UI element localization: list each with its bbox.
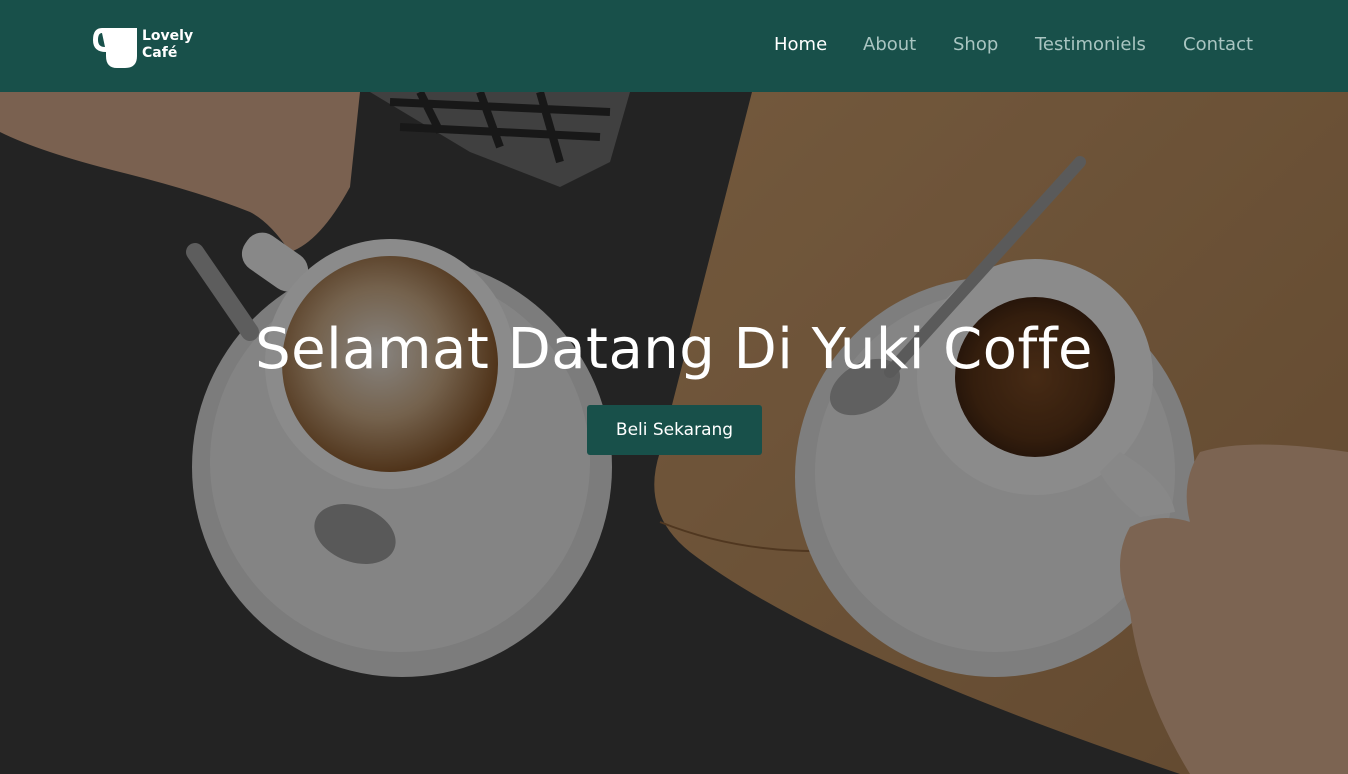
brand-name: Lovely Café [142, 28, 193, 62]
brand-name-line2: Café [142, 45, 178, 61]
nav-link-testimoniels[interactable]: Testimoniels [1035, 34, 1146, 56]
nav-link-about[interactable]: About [863, 34, 916, 56]
brand-logo[interactable]: Lovely Café [93, 24, 203, 70]
hero-title: Selamat Datang Di Yuki Coffe [255, 317, 1093, 382]
buy-now-button[interactable]: Beli Sekarang [587, 405, 762, 455]
nav-link-shop[interactable]: Shop [953, 34, 998, 56]
nav-link-contact[interactable]: Contact [1183, 34, 1253, 56]
brand-name-line1: Lovely [142, 28, 194, 44]
hero-section: Selamat Datang Di Yuki Coffe Beli Sekara… [0, 92, 1348, 774]
nav-link-home[interactable]: Home [774, 34, 827, 56]
top-navbar: Lovely Café Home About Shop Testimoniels… [0, 0, 1348, 92]
coffee-mug-icon [93, 28, 137, 68]
